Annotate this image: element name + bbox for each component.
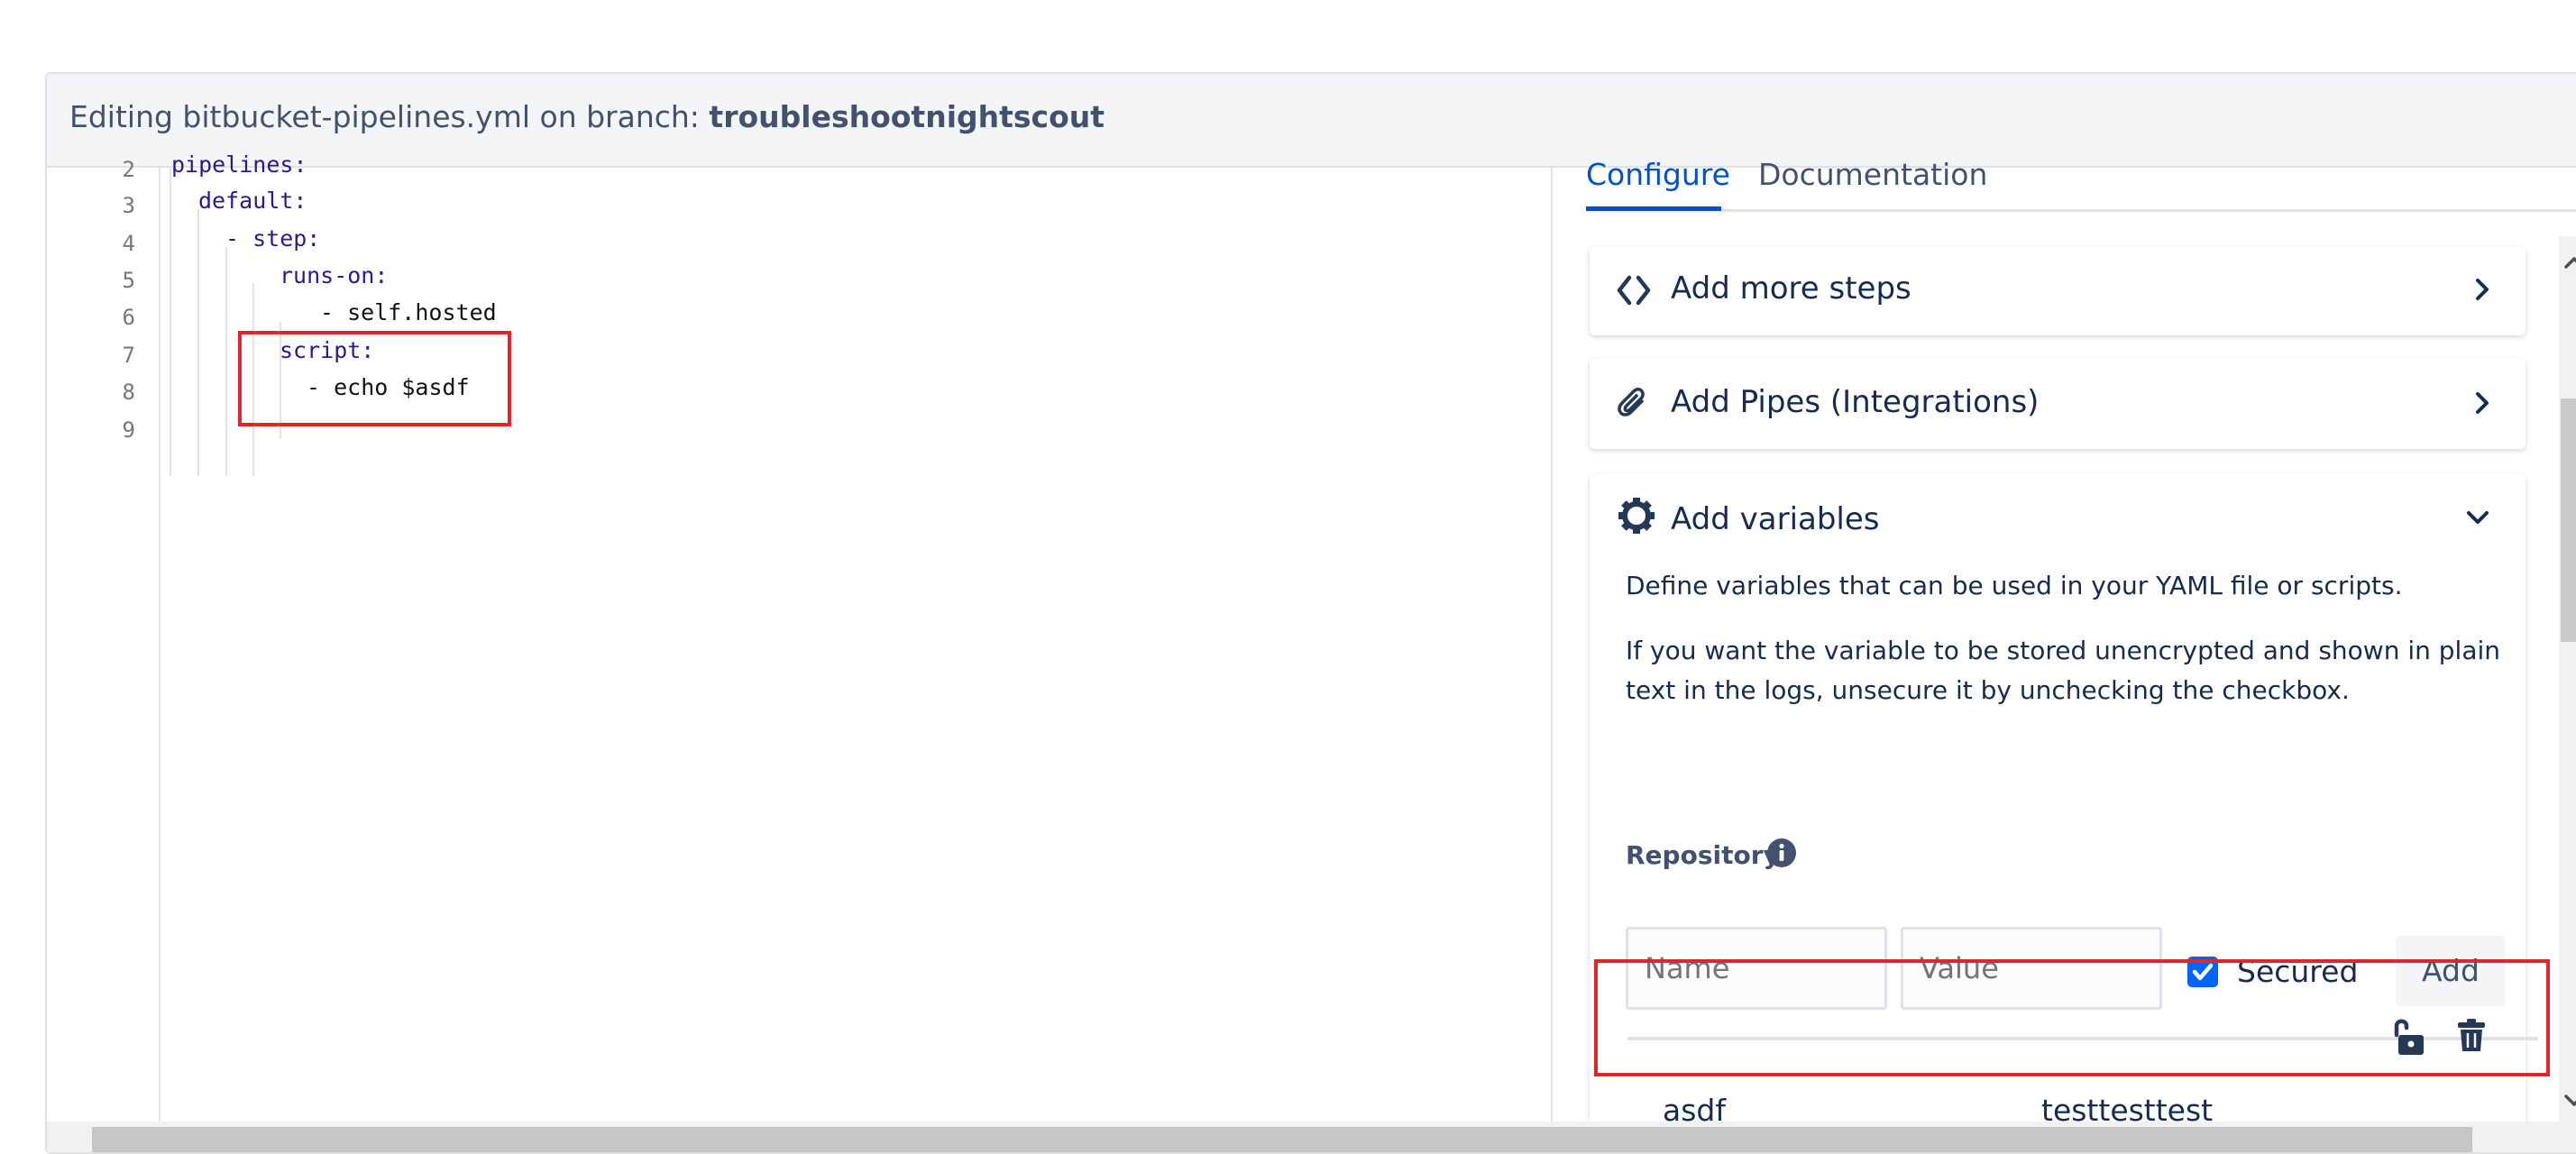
branch-name: troubleshootnightscout [709,99,1105,134]
indent-guide [225,247,227,476]
code-line[interactable]: - step: [225,225,320,252]
editor-header-title: Editing bitbucket-pipelines.yml on branc… [69,99,1105,134]
card-title: Add Pipes (Integrations) [1671,384,2040,420]
variables-unsecure-note: If you want the variable to be stored un… [1626,636,2501,705]
paperclip-icon [1618,388,1645,417]
indent-guide [170,168,171,476]
active-tab-indicator [1586,206,1721,211]
scroll-up-arrow-icon[interactable] [2562,254,2576,270]
line-number: 2 [122,157,135,182]
editor-header: Editing bitbucket-pipelines.yml on branc… [47,74,2576,168]
line-number: 7 [122,343,135,368]
tab-documentation[interactable]: Documentation [1758,157,1987,192]
line-number: 6 [122,305,135,330]
script-highlight-box [238,331,511,426]
line-number: 3 [122,193,135,218]
vertical-scrollbar[interactable] [2559,236,2576,1129]
code-token: - step: [225,225,321,252]
variables-description: Define variables that can be used in you… [1626,571,2403,600]
code-icon [1617,275,1651,306]
line-number: 4 [122,231,135,256]
code-line[interactable]: - self.hosted [320,299,497,325]
line-number-gutter: 2 3 4 5 6 7 8 9 [47,157,160,1152]
variable-row-highlight-box [1594,959,2550,1076]
line-number: 5 [122,268,135,293]
code-line[interactable]: pipelines: [171,151,307,178]
chevron-right-icon [2476,392,2489,414]
indent-guide [197,209,199,476]
scroll-down-arrow-icon[interactable] [2562,1093,2576,1109]
vertical-scrollbar-thumb[interactable] [2561,398,2576,642]
card-title[interactable]: Add variables [1671,501,1880,537]
chevron-down-icon[interactable] [2466,510,2489,525]
add-more-steps-card[interactable]: Add more steps [1590,247,2526,335]
repository-label-text: Repository [1626,840,1780,870]
gear-icon [1618,498,1655,534]
horizontal-scrollbar-thumb[interactable] [92,1127,2472,1152]
add-pipes-card[interactable]: Add Pipes (Integrations) [1590,359,2526,449]
pipeline-editor-window: Editing bitbucket-pipelines.yml on branc… [45,72,2576,1154]
chevron-right-icon [2476,279,2489,300]
header-prefix: Editing bitbucket-pipelines.yml on branc… [69,99,710,134]
line-number: 9 [122,417,135,443]
card-title: Add more steps [1671,270,1911,307]
pane-divider[interactable] [1551,168,1553,1152]
tab-bar-line [1586,209,2576,212]
line-number: 8 [122,380,135,405]
info-icon[interactable] [1765,837,1798,869]
code-line[interactable]: runs-on: [280,262,388,288]
code-line[interactable]: default: [198,188,307,214]
repository-label: Repository [1626,840,1780,870]
tab-configure[interactable]: Configure [1586,157,1730,192]
